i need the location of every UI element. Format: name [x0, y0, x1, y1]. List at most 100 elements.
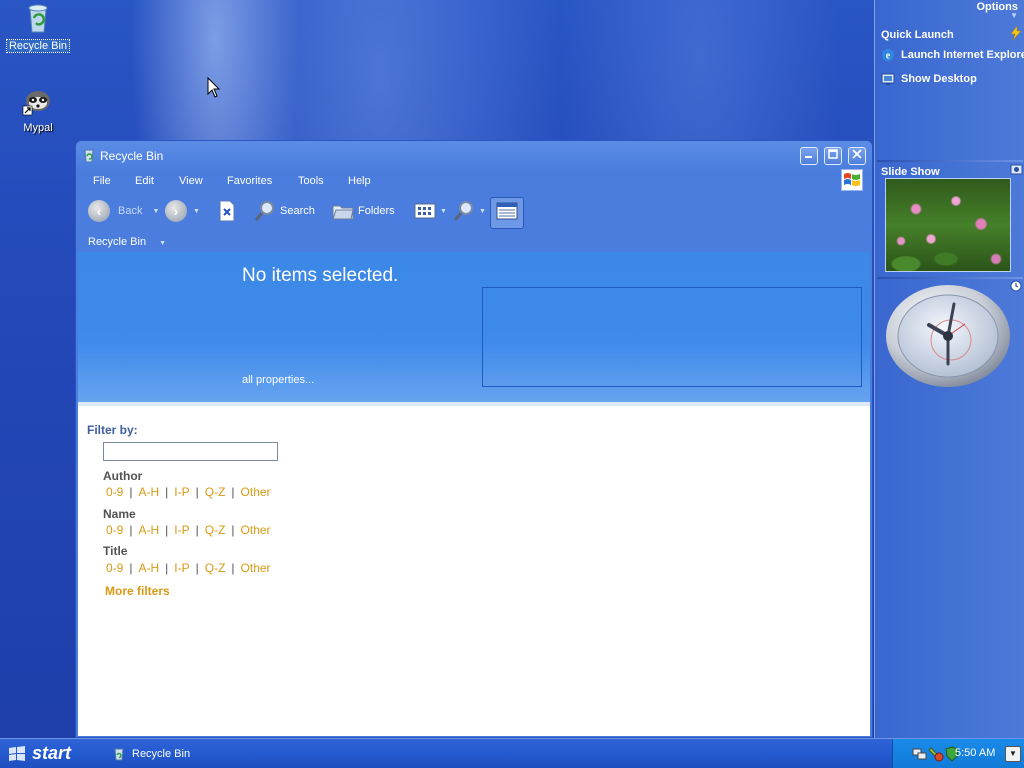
- recycle-bin-icon: [28, 4, 48, 33]
- back-arrow-icon: ‹: [88, 200, 110, 222]
- filter-by-label: Filter by:: [87, 423, 138, 437]
- close-button[interactable]: [848, 147, 866, 165]
- menu-help[interactable]: Help: [348, 175, 371, 187]
- details-pane: No items selected. all properties...: [78, 252, 870, 402]
- desktop-icon-label: Recycle Bin: [5, 39, 71, 53]
- taskbar-item-recycle-bin[interactable]: Recycle Bin: [104, 742, 254, 766]
- facet-link[interactable]: 0-9: [106, 561, 123, 575]
- facet-links-title: 0-9 | A-H | I-P | Q-Z | Other: [106, 561, 271, 575]
- filter-input[interactable]: [103, 442, 278, 461]
- selection-status: No items selected.: [242, 265, 399, 286]
- back-button[interactable]: ‹ Back ▼: [88, 199, 159, 223]
- chevron-down-icon: ▼: [479, 207, 486, 215]
- sidebar: Options ▼ Quick Launch e Launch Internet…: [874, 0, 1024, 738]
- recycle-bin-icon: [84, 149, 94, 163]
- facet-link[interactable]: I-P: [174, 485, 189, 499]
- facet-links-author: 0-9 | A-H | I-P | Q-Z | Other: [106, 485, 271, 499]
- start-label: start: [32, 743, 72, 763]
- network-icon[interactable]: [911, 746, 927, 762]
- facet-separator: |: [129, 523, 133, 537]
- facet-link[interactable]: A-H: [138, 523, 159, 537]
- facet-separator: |: [165, 523, 169, 537]
- forward-button[interactable]: › ▼: [165, 199, 200, 223]
- facet-link[interactable]: 0-9: [106, 523, 123, 537]
- facet-separator: |: [129, 561, 133, 575]
- recycle-bin-icon: [114, 748, 124, 761]
- menu-view[interactable]: View: [179, 175, 203, 187]
- desktop-icon-mypal[interactable]: Mypal: [5, 84, 71, 134]
- clock[interactable]: 5:50 AM: [955, 747, 995, 759]
- search-button[interactable]: Search: [254, 199, 315, 223]
- facet-link[interactable]: Other: [241, 561, 271, 575]
- all-properties-link[interactable]: all properties...: [242, 374, 314, 386]
- desktop-icon-label: Mypal: [23, 122, 53, 134]
- slideshow-image[interactable]: [885, 178, 1011, 272]
- safely-remove-hardware-icon[interactable]: [928, 746, 944, 762]
- zoom-button[interactable]: ▼: [453, 199, 486, 223]
- chevron-down-icon: ▼: [152, 207, 160, 215]
- facet-link[interactable]: I-P: [174, 523, 189, 537]
- window-title: Recycle Bin: [100, 149, 164, 163]
- desktop-icon: [881, 73, 895, 85]
- delete-button[interactable]: [217, 199, 237, 223]
- facet-link[interactable]: A-H: [138, 485, 159, 499]
- desktop: Recycle Bin Mypal Options ▼ Quick Launch: [0, 0, 1024, 768]
- facet-title-author: Author: [103, 469, 143, 483]
- forward-arrow-icon: ›: [165, 200, 187, 222]
- window-titlebar[interactable]: Recycle Bin: [76, 141, 872, 171]
- quick-launch-show-desktop[interactable]: Show Desktop: [881, 72, 977, 86]
- desktop-icon-recycle-bin[interactable]: Recycle Bin: [5, 2, 71, 53]
- clock-gadget[interactable]: [885, 284, 1013, 390]
- facet-link[interactable]: Q-Z: [205, 561, 226, 575]
- search-icon: [254, 201, 274, 221]
- address-breadcrumb[interactable]: Recycle Bin ▼: [88, 236, 166, 248]
- folders-button[interactable]: Folders: [332, 199, 395, 223]
- facet-link[interactable]: Other: [241, 523, 271, 537]
- menu-edit[interactable]: Edit: [135, 175, 154, 187]
- mypal-raccoon-icon: [22, 91, 50, 116]
- folders-icon: [332, 205, 354, 220]
- facet-link[interactable]: 0-9: [106, 485, 123, 499]
- maximize-button[interactable]: [824, 147, 842, 165]
- minimize-button[interactable]: [800, 147, 818, 165]
- facet-separator: |: [195, 561, 199, 575]
- chevron-down-icon: ▼: [193, 207, 200, 215]
- menu-file[interactable]: File: [93, 175, 111, 187]
- start-button[interactable]: start: [0, 739, 90, 768]
- windows-logo-icon: [841, 169, 863, 191]
- facet-separator: |: [195, 485, 199, 499]
- chevron-down-icon: ▼: [1010, 11, 1018, 20]
- taskbar: start Recycle Bin 5:50 AM ▼: [0, 738, 1024, 768]
- menu-bar: File Edit View Favorites Tools Help: [76, 171, 872, 191]
- sidebar-divider: [877, 160, 1023, 162]
- close-icon: [852, 149, 862, 159]
- back-label: Back: [118, 205, 143, 217]
- views-button[interactable]: ▼: [414, 199, 447, 223]
- maximize-icon: [828, 149, 838, 159]
- facet-separator: |: [129, 485, 133, 499]
- explorer-window[interactable]: Recycle Bin File Edit View Favorites Too…: [75, 140, 873, 738]
- menu-tools[interactable]: Tools: [298, 175, 324, 187]
- facet-link[interactable]: A-H: [138, 561, 159, 575]
- quick-launch-ie[interactable]: e Launch Internet Explorer: [881, 48, 1024, 62]
- sidebar-divider: [877, 277, 1023, 279]
- facet-link[interactable]: I-P: [174, 561, 189, 575]
- taskbar-item-label: Recycle Bin: [132, 748, 191, 760]
- preview-pane-icon: [496, 202, 518, 220]
- windows-flag-icon: [9, 745, 25, 761]
- facet-title-name: Name: [103, 507, 136, 521]
- facet-separator: |: [195, 523, 199, 537]
- facet-link[interactable]: Other: [241, 485, 271, 499]
- sidebar-options-button[interactable]: Options ▼: [976, 1, 1018, 20]
- menu-favorites[interactable]: Favorites: [227, 175, 272, 187]
- facet-separator: |: [231, 485, 235, 499]
- ie-icon: e: [882, 49, 894, 62]
- preview-pane-button[interactable]: [496, 199, 518, 223]
- show-hidden-icons-button[interactable]: ▼: [1005, 746, 1021, 762]
- chevron-down-icon: ▼: [159, 240, 167, 247]
- more-filters-link[interactable]: More filters: [105, 584, 170, 598]
- facet-link[interactable]: Q-Z: [205, 485, 226, 499]
- slideshow-gadget-icon[interactable]: [1010, 164, 1023, 175]
- facet-link[interactable]: Q-Z: [205, 523, 226, 537]
- system-tray: 5:50 AM ▼: [892, 739, 1024, 768]
